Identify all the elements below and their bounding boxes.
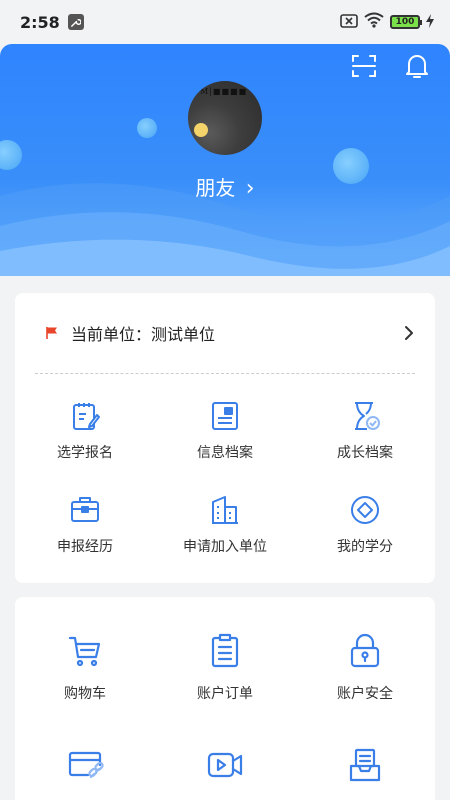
avatar-text: M|■■■■ (200, 87, 248, 96)
building-icon (212, 496, 238, 524)
lock-icon (350, 633, 380, 668)
menu-item-declare-experience[interactable]: 申报经历 (15, 468, 155, 562)
account-card: 购物车 账户订单 账户安全 (15, 597, 435, 800)
menu-item-account-security[interactable]: 账户安全 (295, 597, 435, 711)
clipboard-edit-icon (73, 403, 100, 430)
menu-item-my-credits[interactable]: 我的学分 (295, 468, 435, 562)
scan-icon[interactable] (350, 52, 378, 80)
menu-item-info-archive[interactable]: 信息档案 (155, 374, 295, 468)
bubble-decoration (137, 118, 157, 138)
battery-icon: 100 (390, 15, 422, 29)
briefcase-icon (71, 497, 99, 522)
flag-icon (46, 327, 57, 339)
credit-diamond-icon (351, 496, 379, 524)
inbox-icon (349, 748, 381, 782)
menu-item-growth-archive[interactable]: 成长档案 (295, 374, 435, 468)
menu-item-video[interactable] (155, 711, 295, 800)
current-unit-label: 当前单位：测试单位 (71, 325, 216, 344)
menu-item-label: 购物车 (64, 686, 106, 702)
no-sim-icon (340, 13, 358, 32)
moon-decoration (194, 123, 208, 137)
current-unit-row[interactable]: 当前单位：测试单位 (15, 293, 435, 373)
card-link-icon (68, 751, 104, 779)
menu-item-join-unit[interactable]: 申请加入单位 (155, 468, 295, 562)
bell-icon[interactable] (403, 52, 431, 80)
menu-item-label: 账户安全 (337, 686, 393, 702)
menu-item-label: 选学报名 (57, 445, 113, 461)
menu-item-label: 账户订单 (197, 686, 253, 702)
order-list-icon (211, 633, 239, 668)
menu-item-bind-card[interactable] (15, 711, 155, 800)
menu-item-course-signup[interactable]: 选学报名 (15, 374, 155, 468)
wifi-icon (364, 12, 384, 32)
document-card-icon (212, 402, 238, 430)
menu-item-label: 信息档案 (197, 445, 253, 461)
menu-item-inbox[interactable] (295, 711, 435, 800)
profile-name: 朋友 (195, 176, 236, 200)
menu-item-label: 成长档案 (337, 445, 393, 461)
profile-name-link[interactable]: 朋友 › (0, 172, 450, 201)
cart-icon (68, 636, 101, 667)
avatar[interactable]: M|■■■■ (188, 81, 262, 155)
charging-icon (426, 13, 434, 32)
status-bar: 2:58 100 (0, 0, 450, 44)
menu-item-label: 申请加入单位 (183, 539, 267, 555)
menu-item-cart[interactable]: 购物车 (15, 597, 155, 711)
hourglass-check-icon (355, 402, 380, 430)
chevron-right-icon (405, 326, 413, 340)
menu-item-label: 我的学分 (337, 539, 393, 555)
video-icon (207, 752, 243, 778)
chevron-right-icon: › (245, 176, 255, 201)
menu-item-label: 申报经历 (57, 539, 113, 555)
menu-item-account-orders[interactable]: 账户订单 (155, 597, 295, 711)
status-time: 2:58 (20, 12, 60, 32)
wrench-icon (67, 14, 84, 30)
profile-header: M|■■■■ 朋友 › (0, 44, 450, 276)
unit-card: 当前单位：测试单位 选学报名 信息档案 成长档案 申报经历 申请加入单位 我的学… (15, 293, 435, 583)
